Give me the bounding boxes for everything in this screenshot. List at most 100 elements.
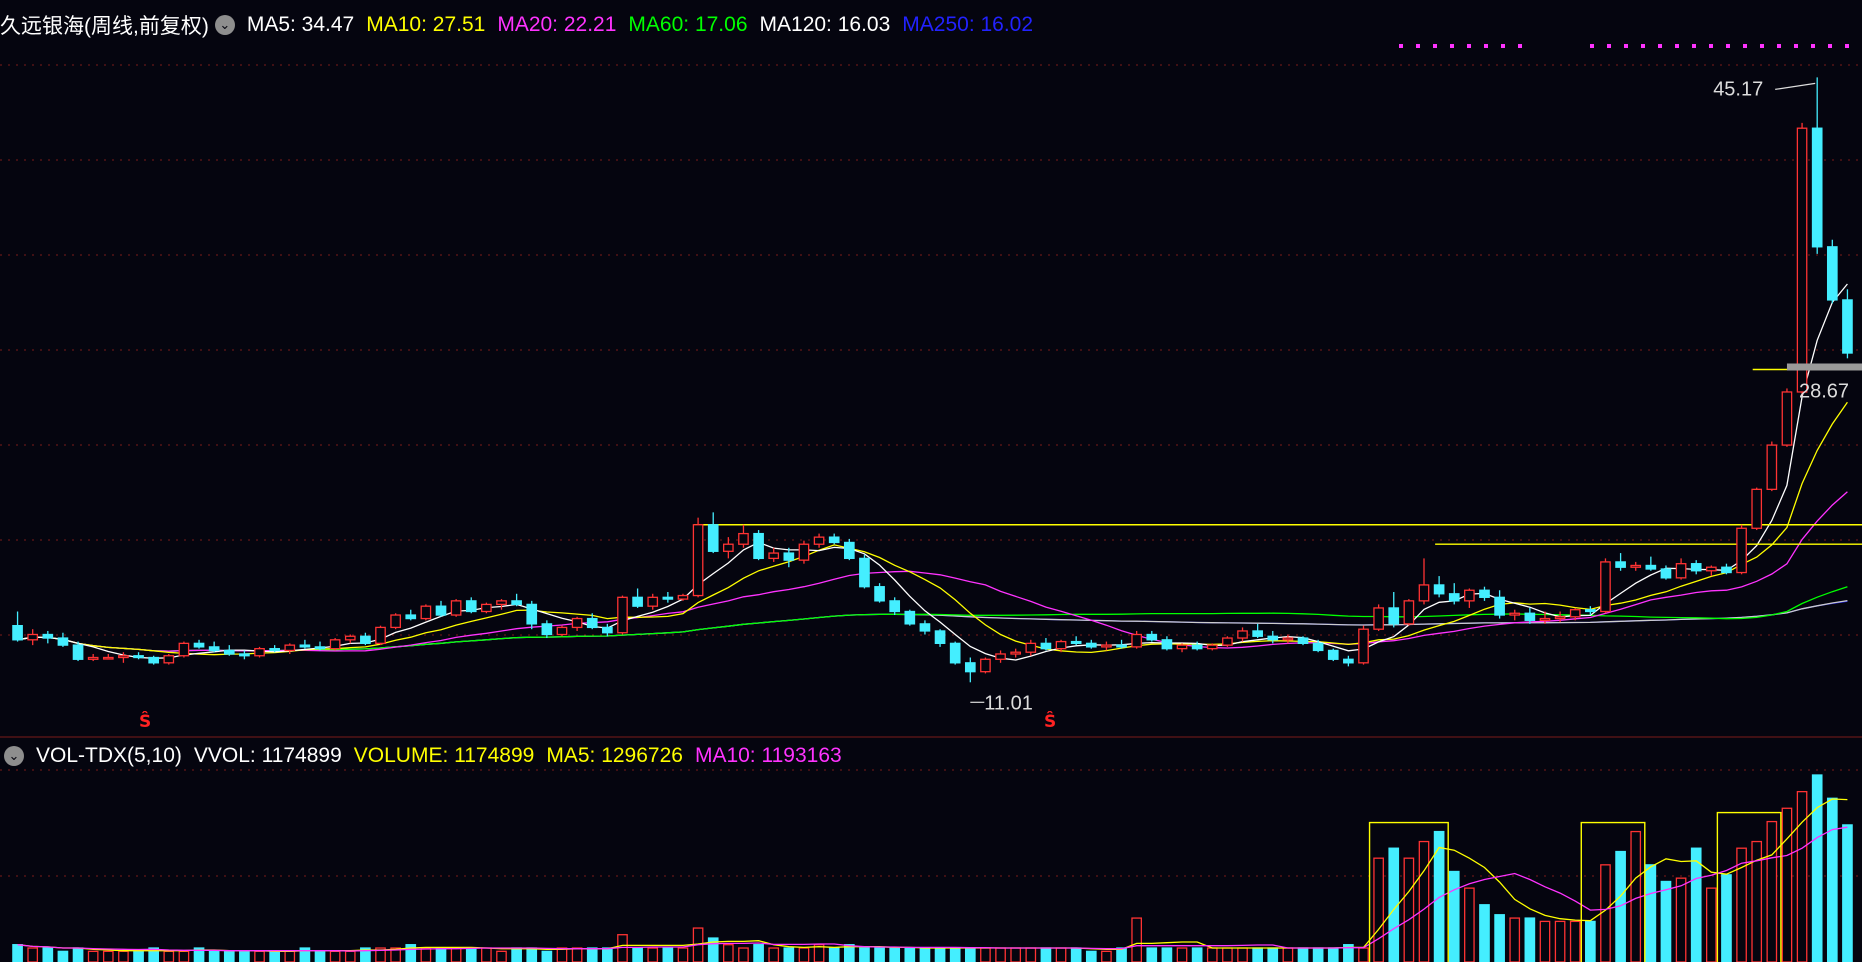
candle-body [904,610,916,625]
candle-body [1675,563,1687,579]
signal-dot [1399,44,1403,48]
candle-body [964,662,976,673]
ma120-line [17,599,1848,652]
candle-body [738,532,749,545]
signal-dot [1607,44,1611,48]
volume-bar [768,947,780,962]
signal-dot [1777,44,1781,48]
candle-body [163,655,175,664]
volume-bar [1811,774,1823,962]
volume-bar [1524,917,1536,962]
candle-body [1388,607,1400,625]
candle-body [1282,637,1294,641]
volume-bar [556,947,568,962]
level-price-label: 28.67 [1799,380,1849,402]
candle-body [1796,127,1808,393]
signal-dot [1590,44,1594,48]
volume-bar [1282,947,1294,962]
volume-bar [284,950,296,962]
candle-body [995,653,1006,660]
volume-bar [647,947,659,962]
volume-bar [1554,920,1566,962]
volume-bar [1403,857,1415,962]
candle-body [1191,644,1203,650]
candle-body [1343,658,1354,664]
candle-body [1736,527,1747,574]
candle-body [768,552,780,560]
volume-bar [420,947,432,962]
signal-dot [1467,44,1471,48]
candle-body [1025,642,1037,653]
candle-body [1448,593,1460,602]
candle-body [1842,299,1853,354]
volume-bar [72,947,84,962]
volume-bar [1766,820,1778,962]
volume-bar [1585,920,1596,962]
volume-bar [102,950,114,962]
volume-bar [1010,947,1022,962]
volume-bar [1131,917,1142,962]
volume-bar [526,947,538,962]
candle-body [390,614,401,629]
candle-body [239,653,250,657]
volume-bar [1479,904,1490,962]
signal-marker: Ŝ [139,712,152,732]
candle-body [1494,596,1505,616]
volume-bar [980,947,991,962]
candle-body [813,536,825,545]
volume-bar [1055,947,1067,962]
candle-body [1146,633,1158,641]
candle-body [1222,637,1233,646]
candle-body [87,656,99,660]
candle-body [1569,609,1581,618]
candle-body [617,596,628,634]
candle-body [1010,651,1022,655]
candle-body [1070,640,1082,645]
candle-body [1751,488,1763,529]
candle-body [12,624,23,641]
volume-bar [239,950,250,962]
volume-bar [1161,947,1173,962]
volume-bar [798,947,810,962]
candle-body [783,552,795,561]
candle-body [1585,609,1596,613]
volume-bar [1297,947,1309,962]
volume-bar [481,947,492,962]
candle-body [798,543,810,561]
signal-dot [1811,44,1815,48]
signal-dot [1828,44,1832,48]
candle-body [1116,644,1127,648]
ma20-line [17,491,1848,652]
volume-bar [329,950,341,962]
candle-body [1645,564,1657,570]
volume-bar [1418,840,1430,962]
signal-dot [1658,44,1662,48]
candle-body [42,633,54,639]
volume-bar [87,950,99,962]
candle-body [889,600,901,613]
candle-body [647,596,659,607]
kline-chart[interactable]: 45.17 11.01 28.67 [0,0,1862,962]
candle-body [496,600,507,606]
volume-bar [1358,947,1369,962]
signal-dot [1794,44,1798,48]
candle-body [586,617,598,629]
volume-bar [118,950,129,962]
candle-body [1524,612,1536,621]
candle-body [723,543,734,552]
volume-bar [1464,887,1475,962]
signal-dot [1641,44,1645,48]
candle-body [1131,633,1142,648]
candle-body [420,605,432,620]
candle-body [27,633,39,641]
signal-dot [1518,44,1522,48]
volume-bar [1222,947,1233,962]
volume-bar [178,950,190,962]
volume-bar [1842,824,1853,962]
volume-bar [1509,917,1521,962]
signal-dot [1624,44,1628,48]
volume-bar [662,947,674,962]
candle-body [692,524,704,597]
volume-bar [1085,950,1097,962]
high-price-label: 45.17 [1713,78,1763,100]
